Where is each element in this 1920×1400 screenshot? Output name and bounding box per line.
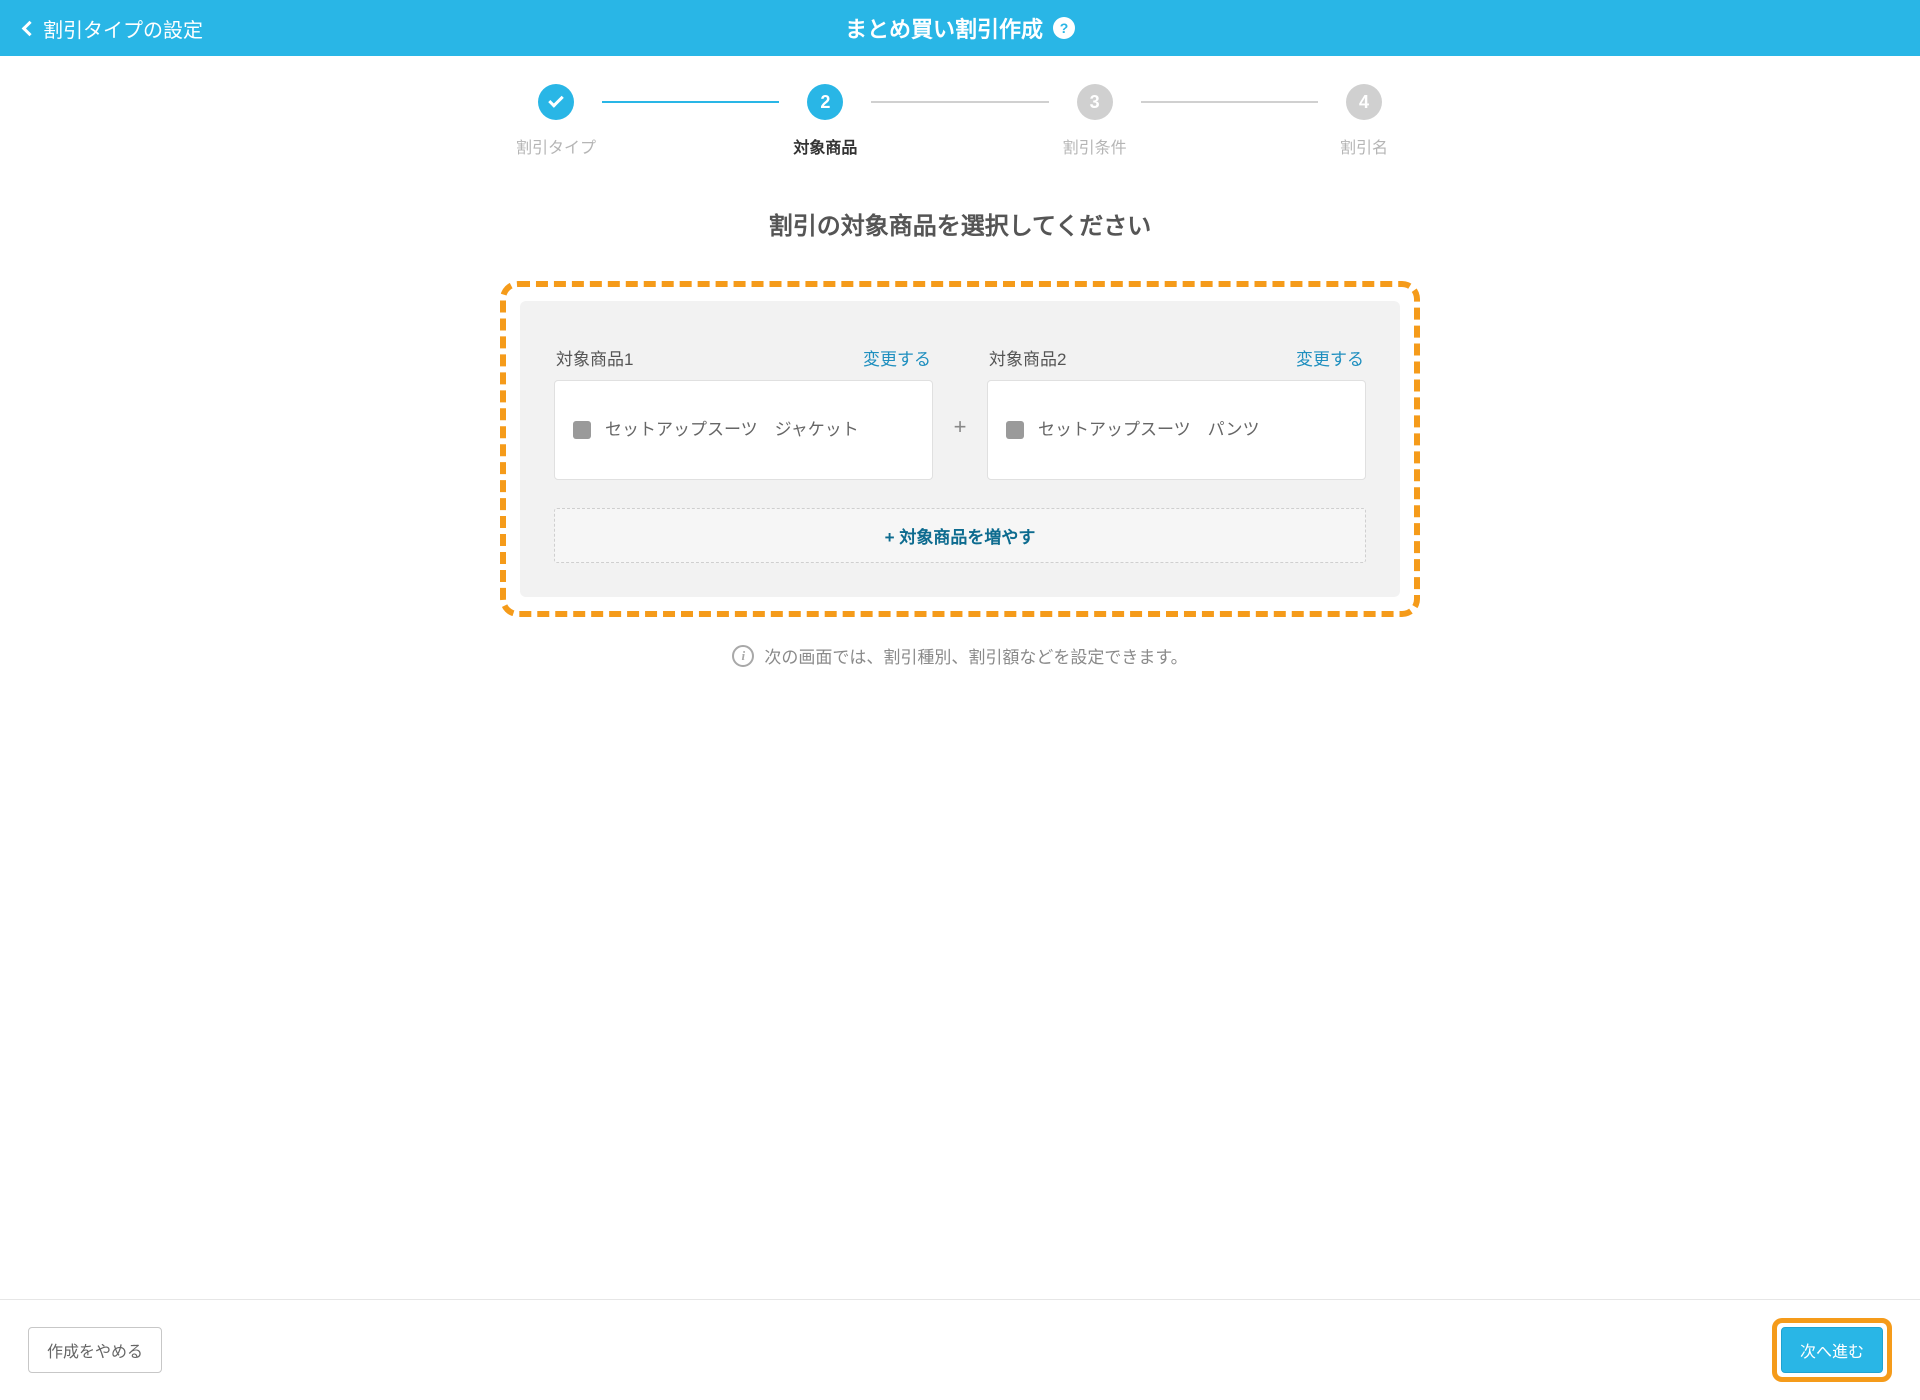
add-product-button[interactable]: + 対象商品を増やす [554, 508, 1366, 563]
step-1: 割引タイプ [510, 84, 602, 158]
main-content: 割引タイプ 2 対象商品 3 割引条件 4 割引名 割引の対象商品を選択してくだ… [0, 56, 1920, 1299]
step-3: 3 割引条件 [1049, 84, 1141, 158]
check-icon [548, 92, 564, 108]
product-card-1[interactable]: セットアップスーツ ジャケット [554, 380, 933, 480]
step-line-1 [602, 101, 779, 103]
step-3-circle: 3 [1077, 84, 1113, 120]
product-slot-2-head: 対象商品2 変更する [987, 345, 1366, 370]
info-line: i 次の画面では、割引種別、割引額などを設定できます。 [732, 643, 1187, 668]
step-4-circle: 4 [1346, 84, 1382, 120]
cancel-button[interactable]: 作成をやめる [28, 1327, 162, 1373]
product-slot-2-change-button[interactable]: 変更する [1296, 345, 1364, 370]
step-2-label: 対象商品 [793, 134, 857, 158]
footer-bar: 作成をやめる 次へ進む [0, 1299, 1920, 1400]
product-slot-1-change-button[interactable]: 変更する [863, 345, 931, 370]
info-text: 次の画面では、割引種別、割引額などを設定できます。 [764, 643, 1187, 668]
section-heading: 割引の対象商品を選択してください [769, 206, 1152, 241]
products-panel: 対象商品1 変更する セットアップスーツ ジャケット + 対象商品2 変更する [520, 301, 1400, 597]
step-line-2 [871, 101, 1048, 103]
product-slot-2: 対象商品2 変更する セットアップスーツ パンツ [987, 345, 1366, 480]
next-button[interactable]: 次へ進む [1781, 1327, 1883, 1373]
product-thumb-icon [573, 421, 591, 439]
product-1-name: セットアップスーツ ジャケット [605, 416, 859, 443]
product-slot-1-head: 対象商品1 変更する [554, 345, 933, 370]
chevron-left-icon [22, 20, 38, 36]
product-2-name: セットアップスーツ パンツ [1038, 416, 1260, 443]
product-cards-row: 対象商品1 変更する セットアップスーツ ジャケット + 対象商品2 変更する [554, 345, 1366, 480]
info-icon: i [732, 645, 754, 667]
help-icon[interactable]: ? [1053, 17, 1075, 39]
stepper: 割引タイプ 2 対象商品 3 割引条件 4 割引名 [510, 84, 1410, 158]
step-1-circle [538, 84, 574, 120]
highlight-frame: 対象商品1 変更する セットアップスーツ ジャケット + 対象商品2 変更する [500, 281, 1420, 617]
title-text: まとめ買い割引作成 [845, 12, 1043, 44]
step-4: 4 割引名 [1318, 84, 1410, 158]
back-label: 割引タイプの設定 [43, 14, 203, 43]
product-slot-1: 対象商品1 変更する セットアップスーツ ジャケット [554, 345, 933, 480]
back-button[interactable]: 割引タイプの設定 [24, 14, 203, 43]
next-button-highlight: 次へ進む [1772, 1318, 1892, 1382]
product-slot-2-label: 対象商品2 [989, 345, 1066, 370]
step-line-3 [1141, 101, 1318, 103]
step-1-label: 割引タイプ [516, 134, 596, 158]
page-title: まとめ買い割引作成 ? [845, 12, 1075, 44]
step-4-label: 割引名 [1340, 134, 1388, 158]
product-slot-1-label: 対象商品1 [556, 345, 633, 370]
plus-separator: + [951, 414, 969, 440]
step-2: 2 対象商品 [779, 84, 871, 158]
app-header: 割引タイプの設定 まとめ買い割引作成 ? [0, 0, 1920, 56]
product-thumb-icon [1006, 421, 1024, 439]
product-card-2[interactable]: セットアップスーツ パンツ [987, 380, 1366, 480]
step-2-circle: 2 [807, 84, 843, 120]
step-3-label: 割引条件 [1063, 134, 1127, 158]
